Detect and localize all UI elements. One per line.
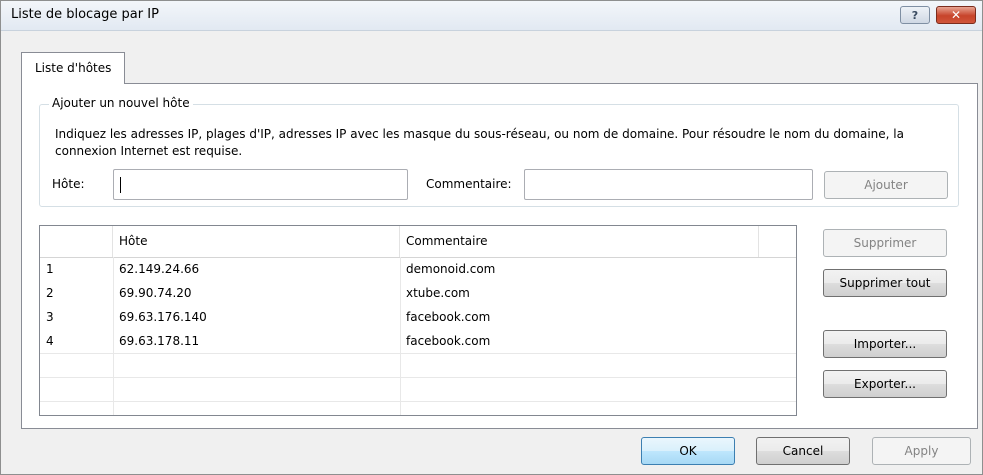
apply-button[interactable]: Apply [872, 437, 971, 465]
column-header-filler [759, 226, 796, 257]
delete-all-button[interactable]: Supprimer tout [823, 269, 947, 297]
import-button[interactable]: Importer... [823, 330, 947, 358]
column-header-comment[interactable]: Commentaire [400, 226, 759, 257]
add-host-group-label: Ajouter un nouvel hôte [49, 96, 193, 110]
comment-label: Commentaire: [426, 177, 512, 191]
column-header-host[interactable]: Hôte [113, 226, 400, 257]
tab-host-list[interactable]: Liste d'hôtes [21, 52, 126, 84]
text-caret [120, 177, 121, 193]
help-icon: ? [911, 8, 919, 22]
row-index: 2 [46, 286, 54, 300]
window-title: Liste de blocage par IP [11, 7, 159, 22]
host-input[interactable] [113, 169, 408, 200]
table-row[interactable]: 4 69.63.178.11 facebook.com [40, 329, 796, 353]
close-button[interactable]: ✕ [936, 6, 976, 24]
add-host-group: Ajouter un nouvel hôte Indiquez les adre… [39, 96, 959, 207]
row-comment: xtube.com [406, 286, 470, 300]
row-index: 4 [46, 334, 54, 348]
row-host: 69.63.178.11 [119, 334, 200, 348]
table-header: Hôte Commentaire [40, 226, 796, 258]
host-label: Hôte: [52, 177, 85, 191]
ok-button[interactable]: OK [641, 437, 735, 465]
help-button[interactable]: ? [900, 6, 930, 24]
row-host: 62.149.24.66 [119, 262, 200, 276]
grid-divider [40, 353, 796, 354]
table-row[interactable]: 3 69.63.176.140 facebook.com [40, 305, 796, 329]
ip-blocklist-dialog: Liste de blocage par IP ? ✕ Liste d'hôte… [0, 0, 983, 475]
host-table: Hôte Commentaire 1 62.149.24.66 demonoid… [39, 225, 797, 416]
close-icon: ✕ [950, 8, 962, 22]
row-comment: demonoid.com [406, 262, 496, 276]
add-host-description: Indiquez les adresses IP, plages d'IP, a… [55, 127, 904, 158]
comment-input[interactable] [524, 169, 813, 200]
cancel-button[interactable]: Cancel [756, 437, 850, 465]
grid-divider [40, 377, 796, 378]
add-button[interactable]: Ajouter [824, 171, 948, 199]
table-row[interactable]: 1 62.149.24.66 demonoid.com [40, 257, 796, 281]
delete-button[interactable]: Supprimer [823, 229, 947, 257]
row-index: 1 [46, 262, 54, 276]
grid-divider [40, 401, 796, 402]
export-button[interactable]: Exporter... [823, 370, 947, 398]
table-row[interactable]: 2 69.90.74.20 xtube.com [40, 281, 796, 305]
row-index: 3 [46, 310, 54, 324]
column-header-index[interactable] [40, 226, 113, 257]
title-bar: Liste de blocage par IP ? ✕ [1, 1, 982, 31]
row-comment: facebook.com [406, 334, 491, 348]
row-host: 69.90.74.20 [119, 286, 192, 300]
row-host: 69.63.176.140 [119, 310, 207, 324]
row-comment: facebook.com [406, 310, 491, 324]
tab-panel: Ajouter un nouvel hôte Indiquez les adre… [21, 83, 978, 429]
